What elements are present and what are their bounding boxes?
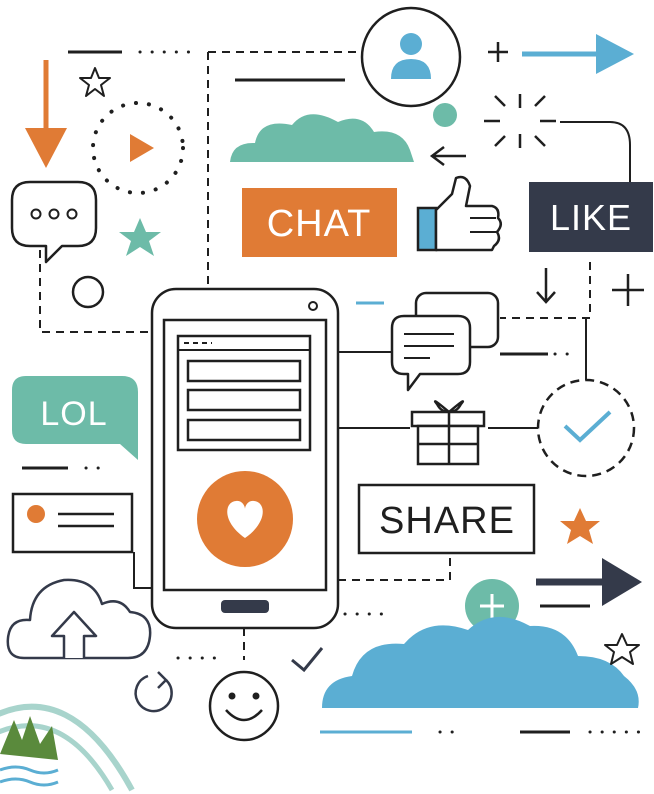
social-media-illustration: CHAT LIKE LOL SHARE [0,6,653,792]
user-icon [360,6,462,108]
sparkle-icon [484,94,556,148]
cloud-icon [322,616,639,708]
star-icon [560,508,600,544]
share-label: SHARE [357,483,536,555]
thumbs-up-icon [416,175,502,252]
chat-text: CHAT [267,203,372,245]
chat-label: CHAT [242,188,397,257]
connector-line [133,552,152,589]
upload-cloud-icon [6,578,152,660]
arrow-right-icon [536,558,642,606]
star-icon [79,67,111,97]
checkmark-icon [536,378,636,478]
arrow-down-icon [25,60,67,168]
play-icon [130,134,154,162]
share-text: SHARE [379,500,515,542]
plus-icon [612,274,644,306]
like-text: LIKE [550,197,632,238]
like-label: LIKE [529,182,653,252]
arrow-left-icon [429,146,466,166]
circle-outline [71,275,105,309]
message-bubbles-icon [390,291,500,392]
star-icon [119,218,161,256]
connector-line [560,121,631,182]
plus-icon [488,42,508,62]
arrow-right-icon [522,34,634,74]
lol-text: LOL [40,395,107,433]
heart-icon [197,471,293,567]
profile-card [11,492,134,554]
cloud-icon [230,114,414,162]
lol-bubble: LOL [12,376,138,460]
gift-icon [410,400,486,466]
smartphone [150,287,340,630]
checkmark-icon [291,647,324,673]
arrow-down-icon [536,268,556,304]
ellipsis-bubble-icon [10,180,98,264]
refresh-icon [134,671,173,713]
dashed-line [338,558,451,581]
teal-dot [433,103,457,127]
star-icon [604,633,640,665]
logo-mark [0,703,135,792]
smiley-icon [208,670,280,742]
